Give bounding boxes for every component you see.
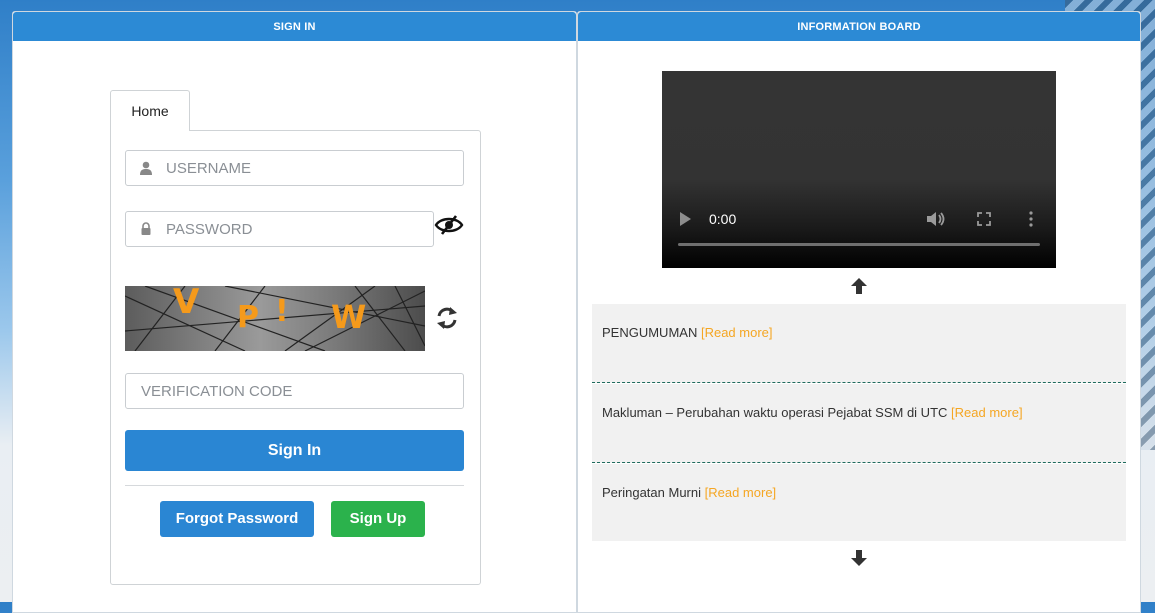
read-more-link[interactable]: [Read more] [951, 405, 1023, 420]
video-progress-bar[interactable] [678, 243, 1040, 246]
read-more-link[interactable]: [Read more] [705, 485, 777, 500]
lock-icon [141, 222, 151, 235]
news-item: PENGUMUMAN [Read more] [592, 304, 1126, 383]
forgot-password-button[interactable]: Forgot Password [160, 501, 314, 537]
arrow-up-icon[interactable] [849, 277, 869, 295]
signin-panel: SIGN IN Home USERNAME PASSWORD V P ! W V… [12, 11, 577, 613]
verification-code-field[interactable]: VERIFICATION CODE [125, 373, 464, 409]
sign-in-button[interactable]: Sign In [125, 430, 464, 471]
more-options-icon[interactable] [1029, 211, 1033, 227]
captcha-char-3: ! [275, 294, 289, 329]
news-title: PENGUMUMAN [602, 325, 698, 340]
news-item: Peringatan Murni [Read more] [592, 464, 1126, 541]
captcha-char-1: V [173, 286, 200, 322]
form-divider [125, 485, 464, 486]
read-more-link[interactable]: [Read more] [701, 325, 773, 340]
volume-icon[interactable] [926, 210, 946, 228]
news-title: Makluman – Perubahan waktu operasi Pejab… [602, 405, 948, 420]
username-field[interactable]: USERNAME [125, 150, 464, 186]
sign-up-button[interactable]: Sign Up [331, 501, 425, 537]
captcha-char-2: P [237, 300, 259, 335]
password-field[interactable]: PASSWORD [125, 211, 434, 247]
information-board-panel: INFORMATION BOARD 0:00 PENGUMUMAN [Read … [577, 11, 1141, 613]
news-item: Makluman – Perubahan waktu operasi Pejab… [592, 384, 1126, 463]
password-placeholder: PASSWORD [166, 221, 253, 238]
username-placeholder: USERNAME [166, 160, 252, 177]
captcha-image: V P ! W [125, 286, 425, 351]
video-time: 0:00 [709, 211, 737, 227]
signin-panel-header: SIGN IN [13, 12, 576, 41]
refresh-icon[interactable] [436, 306, 458, 330]
tab-home[interactable]: Home [110, 90, 190, 131]
video-player[interactable]: 0:00 [662, 71, 1056, 268]
news-title: Peringatan Murni [602, 485, 701, 500]
information-board-header: INFORMATION BOARD [578, 12, 1140, 41]
play-icon[interactable] [680, 212, 691, 226]
fullscreen-icon[interactable] [977, 212, 991, 226]
user-icon [140, 161, 152, 175]
arrow-down-icon[interactable] [849, 549, 869, 567]
verification-placeholder: VERIFICATION CODE [141, 383, 293, 400]
captcha-char-4: W [331, 298, 367, 336]
eye-slash-icon[interactable] [434, 214, 464, 236]
